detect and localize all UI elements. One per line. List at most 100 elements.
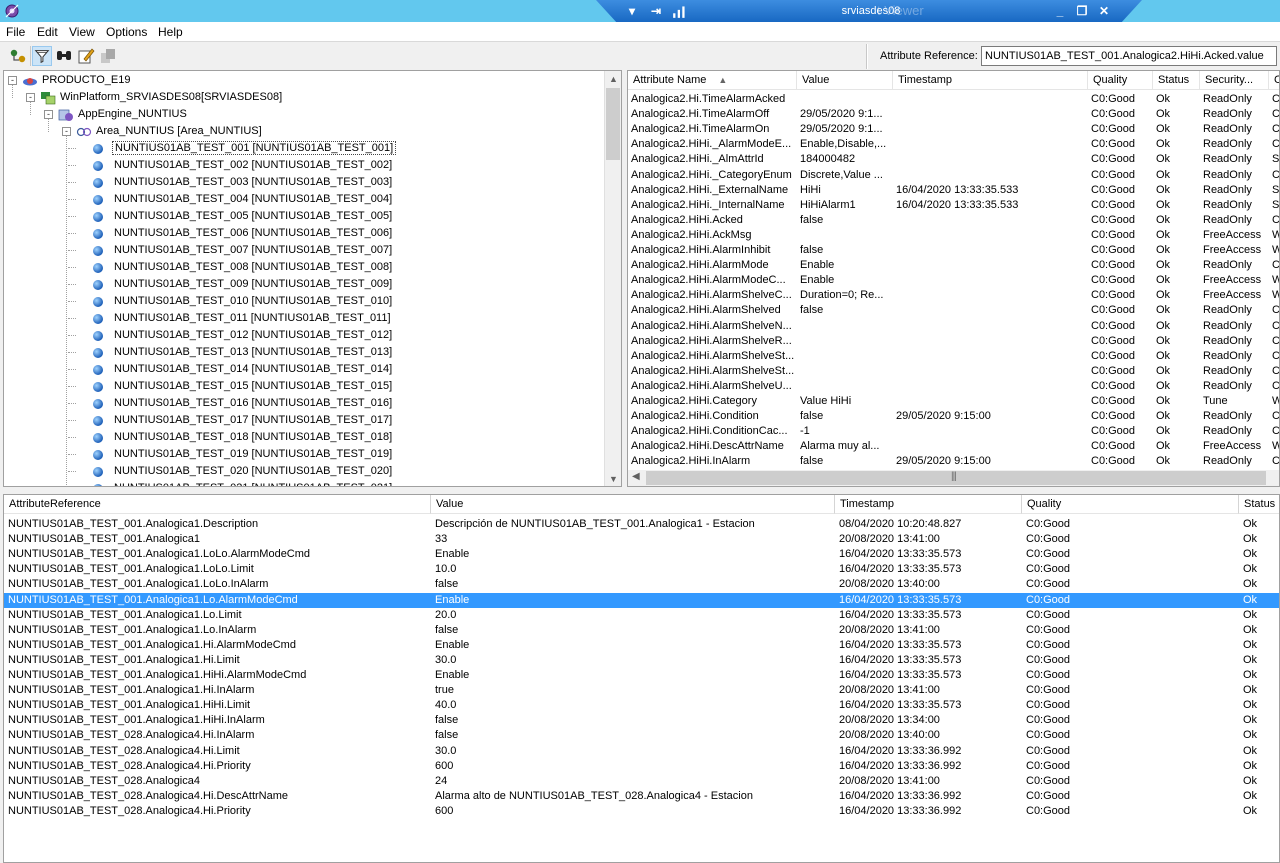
watch-row[interactable]: NUNTIUS01AB_TEST_028.Analogica4.Hi.InAla…	[4, 728, 1279, 743]
menu-file[interactable]: File	[6, 25, 25, 39]
watch-row[interactable]: NUNTIUS01AB_TEST_001.Analogica1.Lo.Alarm…	[4, 592, 1279, 608]
menu-view[interactable]: View	[69, 25, 95, 39]
tree-node-galaxy[interactable]: PRODUCTO_E19	[40, 72, 132, 89]
tree-vertical-scrollbar[interactable]: ▲ ▼	[604, 71, 621, 486]
tree-expander-icon[interactable]: -	[26, 93, 35, 102]
tree-object-item[interactable]: NUNTIUS01AB_TEST_008 [NUNTIUS01AB_TEST_0…	[112, 259, 394, 276]
tree-node-area[interactable]: Area_NUNTIUS [Area_NUNTIUS]	[94, 123, 264, 140]
attr-cell: C0:Good	[1091, 153, 1136, 166]
watch-row[interactable]: NUNTIUS01AB_TEST_001.Analogica1.Hi.Limit…	[4, 653, 1279, 668]
tree-object-item[interactable]: NUNTIUS01AB_TEST_001 [NUNTIUS01AB_TEST_0…	[112, 140, 397, 157]
attribute-grid[interactable]: Attribute Name ▲ Value Timestamp Quality Stat…	[627, 70, 1280, 487]
tree-expander-icon[interactable]: -	[62, 127, 71, 136]
watch-row[interactable]: NUNTIUS01AB_TEST_001.Analogica1.Hi.InAla…	[4, 683, 1279, 698]
pane-splitter[interactable]	[0, 488, 1280, 493]
tree-object-item[interactable]: NUNTIUS01AB_TEST_017 [NUNTIUS01AB_TEST_0…	[112, 412, 394, 429]
pin-icon[interactable]: ⇥	[646, 3, 666, 19]
tree-object-item[interactable]: NUNTIUS01AB_TEST_011 [NUNTIUS01AB_TEST_0…	[112, 310, 393, 327]
tree-expander-icon[interactable]: -	[44, 110, 53, 119]
tree-object-item[interactable]: NUNTIUS01AB_TEST_013 [NUNTIUS01AB_TEST_0…	[112, 344, 394, 361]
watch-row[interactable]: NUNTIUS01AB_TEST_001.Analogica1.Lo.Limit…	[4, 608, 1279, 623]
attr-cell: Ok	[1156, 93, 1171, 105]
attr-column-header[interactable]: Security...	[1200, 71, 1269, 90]
attr-column-header[interactable]: Status	[1153, 71, 1200, 90]
menu-help[interactable]: Help	[158, 25, 183, 39]
attribute-scroll-thumb[interactable]: |||	[646, 471, 1266, 485]
tree-object-item[interactable]: NUNTIUS01AB_TEST_021 [NUNTIUS01AB_TEST_0…	[112, 480, 394, 486]
tree-object-item[interactable]: NUNTIUS01AB_TEST_004 [NUNTIUS01AB_TEST_0…	[112, 191, 394, 208]
watch-column-header[interactable]: Quality	[1022, 495, 1239, 514]
close-icon[interactable]: ✕	[1094, 3, 1114, 19]
tree-object-item[interactable]: NUNTIUS01AB_TEST_007 [NUNTIUS01AB_TEST_0…	[112, 242, 394, 259]
watch-row[interactable]: NUNTIUS01AB_TEST_001.Analogica1.HiHi.Lim…	[4, 698, 1279, 713]
filter-icon[interactable]	[32, 46, 52, 66]
watch-list[interactable]: AttributeReference Value Timestamp Quality S…	[3, 494, 1280, 863]
menu-options[interactable]: Options	[106, 25, 147, 39]
menu-edit[interactable]: Edit	[37, 25, 58, 39]
watch-row[interactable]: NUNTIUS01AB_TEST_028.Analogica4.Hi.DescA…	[4, 789, 1279, 804]
scroll-up-icon[interactable]: ▲	[609, 74, 618, 84]
tree-object-item[interactable]: NUNTIUS01AB_TEST_009 [NUNTIUS01AB_TEST_0…	[112, 276, 394, 293]
tree-object-item[interactable]: NUNTIUS01AB_TEST_010 [NUNTIUS01AB_TEST_0…	[112, 293, 394, 310]
watch-row[interactable]: NUNTIUS01AB_TEST_001.Analogica1.HiHi.Ala…	[4, 668, 1279, 683]
watch-row[interactable]: NUNTIUS01AB_TEST_028.Analogica4 24 20/08/2…	[4, 774, 1279, 789]
watch-column-header[interactable]: Value	[431, 495, 835, 514]
watch-cell: Ok	[1243, 789, 1258, 802]
watch-column-header[interactable]: AttributeReference	[4, 495, 431, 514]
restore-icon[interactable]: ❐	[1072, 3, 1092, 19]
watch-row[interactable]: NUNTIUS01AB_TEST_001.Analogica1 33 20/08/2…	[4, 532, 1279, 547]
remote-desktop-bar[interactable]: ▾ ⇥ t Viewer srviasdes08 _ ❐ ✕	[596, 0, 1142, 24]
tree-scroll-thumb[interactable]	[606, 88, 620, 160]
attr-column-header[interactable]: Value	[797, 71, 893, 90]
tree-object-item[interactable]: NUNTIUS01AB_TEST_019 [NUNTIUS01AB_TEST_0…	[112, 446, 394, 463]
attr-cell	[800, 228, 893, 243]
tree-object-item[interactable]: NUNTIUS01AB_TEST_018 [NUNTIUS01AB_TEST_0…	[112, 429, 394, 446]
watch-row[interactable]: NUNTIUS01AB_TEST_001.Analogica1.LoLo.InA…	[4, 577, 1279, 592]
scroll-left-icon[interactable]: ◀	[632, 471, 640, 482]
watch-row[interactable]: NUNTIUS01AB_TEST_001.Analogica1.Lo.InAla…	[4, 623, 1279, 638]
tree-node-platform[interactable]: WinPlatform_SRVIASDES08[SRVIASDES08]	[58, 89, 284, 106]
scroll-down-icon[interactable]: ▼	[609, 474, 618, 484]
watch-row[interactable]: NUNTIUS01AB_TEST_028.Analogica4.Hi.Prior…	[4, 804, 1279, 819]
attr-cell: Ok	[1156, 425, 1171, 438]
attr-cell: ReadOnly	[1203, 138, 1252, 151]
watch-row[interactable]: NUNTIUS01AB_TEST_001.Analogica1.Descript…	[4, 517, 1279, 532]
tree-object-item[interactable]: NUNTIUS01AB_TEST_002 [NUNTIUS01AB_TEST_0…	[112, 157, 394, 174]
watch-row[interactable]: NUNTIUS01AB_TEST_001.Analogica1.LoLo.Lim…	[4, 562, 1279, 577]
tree-expander-icon[interactable]: -	[8, 76, 17, 85]
object-tree[interactable]: - PRODUCTO_E19- WinPlatform_SRVIASDES08[SR…	[3, 70, 622, 487]
copy-icon[interactable]	[98, 46, 118, 66]
tree-object-item[interactable]: NUNTIUS01AB_TEST_015 [NUNTIUS01AB_TEST_0…	[112, 378, 394, 395]
watch-row[interactable]: NUNTIUS01AB_TEST_028.Analogica4.Hi.Limit…	[4, 744, 1279, 759]
tree-object-item[interactable]: NUNTIUS01AB_TEST_020 [NUNTIUS01AB_TEST_0…	[112, 463, 394, 480]
watch-row[interactable]: NUNTIUS01AB_TEST_001.Analogica1.LoLo.Ala…	[4, 547, 1279, 562]
attribute-horizontal-scrollbar[interactable]: ◀ |||	[628, 470, 1279, 486]
tree-object-item[interactable]: NUNTIUS01AB_TEST_016 [NUNTIUS01AB_TEST_0…	[112, 395, 394, 412]
pin-dropdown-icon[interactable]: ▾	[622, 3, 642, 19]
watch-column-header[interactable]: Timestamp	[835, 495, 1022, 514]
attr-column-header[interactable]: Quality	[1088, 71, 1153, 90]
tree-object-item[interactable]: NUNTIUS01AB_TEST_003 [NUNTIUS01AB_TEST_0…	[112, 174, 394, 191]
watch-row[interactable]: NUNTIUS01AB_TEST_028.Analogica4.Hi.Prior…	[4, 759, 1279, 774]
edit-icon[interactable]	[76, 46, 96, 66]
watch-cell: 10.0	[435, 563, 457, 576]
tree-node-label: NUNTIUS01AB_TEST_002 [NUNTIUS01AB_TEST_0…	[114, 159, 393, 171]
attribute-reference-input[interactable]	[981, 46, 1277, 66]
tree-object-item[interactable]: NUNTIUS01AB_TEST_005 [NUNTIUS01AB_TEST_0…	[112, 208, 394, 225]
attr-cell	[896, 334, 1088, 349]
connect-icon[interactable]	[8, 46, 28, 66]
watch-column-header[interactable]: Status	[1239, 495, 1279, 514]
tree-node-engine[interactable]: AppEngine_NUNTIUS	[76, 106, 189, 123]
tree-object-item[interactable]: NUNTIUS01AB_TEST_014 [NUNTIUS01AB_TEST_0…	[112, 361, 394, 378]
tree-object-item[interactable]: NUNTIUS01AB_TEST_006 [NUNTIUS01AB_TEST_0…	[112, 225, 394, 242]
attr-column-header[interactable]: Attribute Name ▲	[628, 71, 797, 90]
watch-row[interactable]: NUNTIUS01AB_TEST_001.Analogica1.Hi.Alarm…	[4, 638, 1279, 653]
tree-object-item[interactable]: NUNTIUS01AB_TEST_012 [NUNTIUS01AB_TEST_0…	[112, 327, 394, 344]
minimize-icon[interactable]: _	[1050, 3, 1070, 19]
watch-row[interactable]: NUNTIUS01AB_TEST_001.Analogica1.HiHi.InA…	[4, 713, 1279, 728]
attr-column-header[interactable]: C	[1269, 71, 1279, 90]
find-icon[interactable]	[54, 46, 74, 66]
object-instance-icon	[93, 144, 103, 154]
attr-column-header[interactable]: Timestamp	[893, 71, 1088, 90]
attr-cell: Analogica2.HiHi.AlarmShelveR...	[631, 334, 792, 347]
